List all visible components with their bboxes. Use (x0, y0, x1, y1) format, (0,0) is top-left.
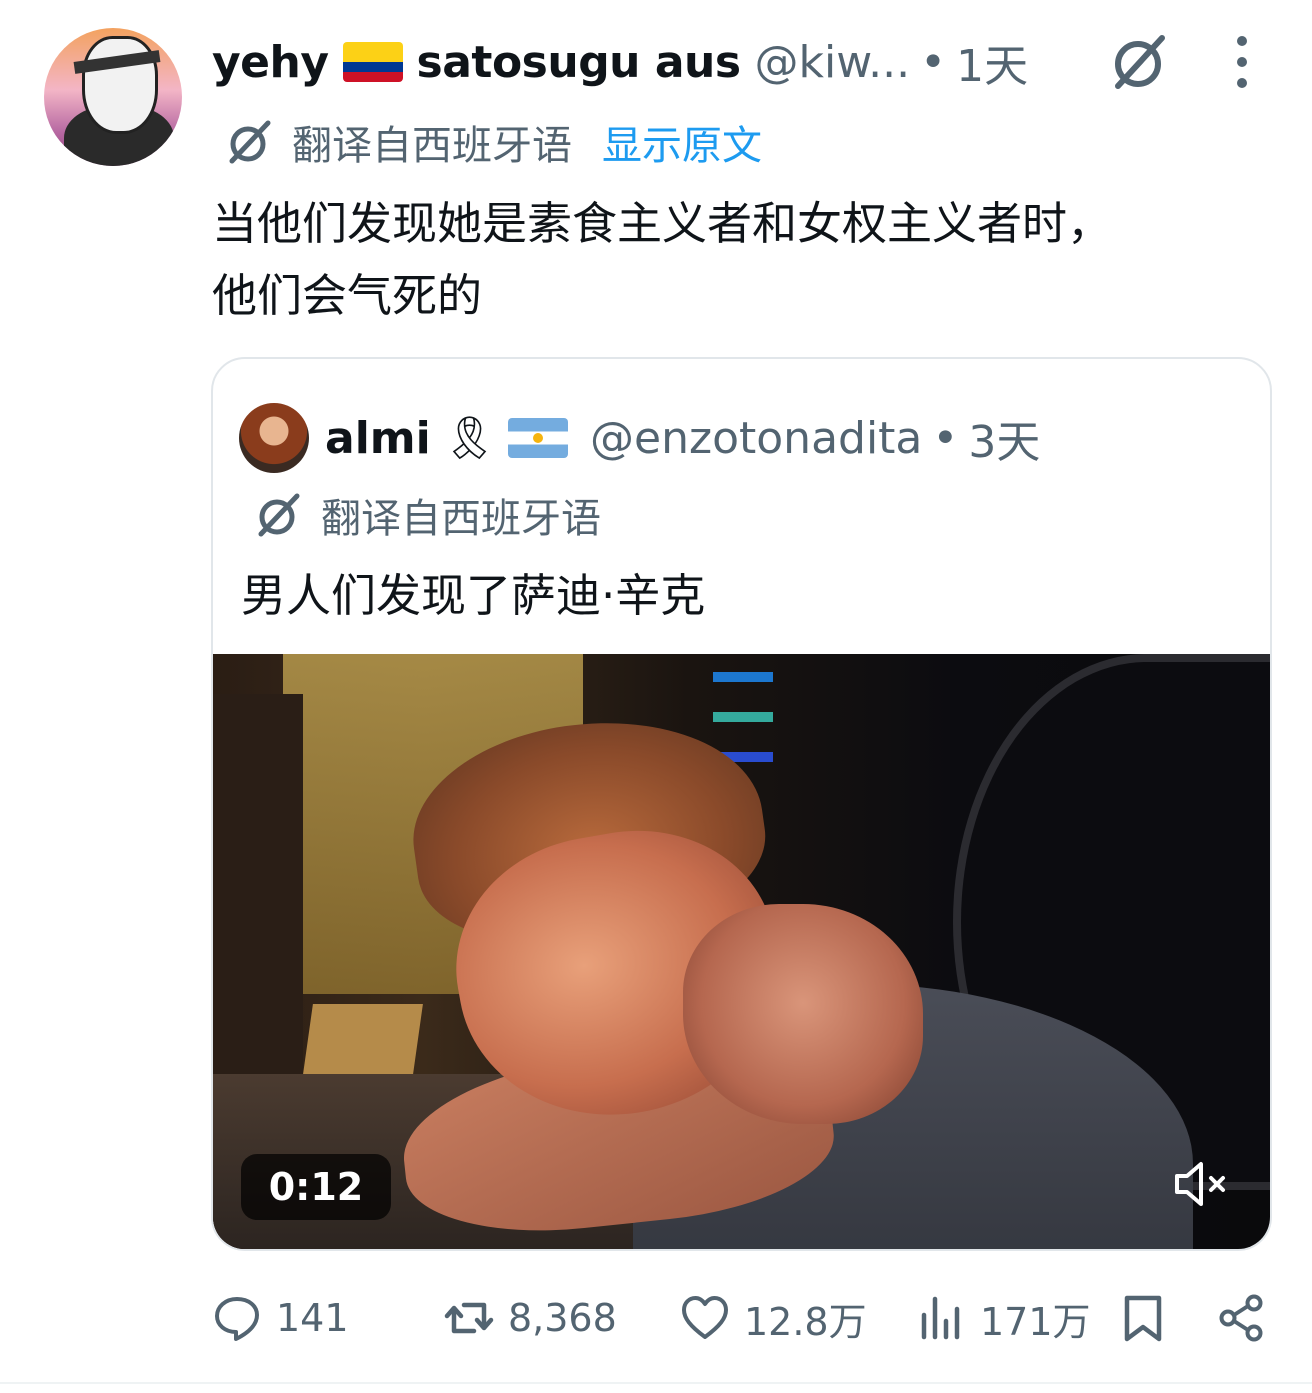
views-button[interactable]: 171万 (916, 1286, 1091, 1350)
translate-icon (229, 120, 271, 164)
separator-dot: • (932, 412, 959, 464)
video-duration-badge: 0:12 (241, 1154, 391, 1220)
more-dot (1237, 36, 1247, 46)
quoted-author-avatar[interactable] (239, 403, 309, 473)
tweet-header: yehy satosugu aus @kiw... • 1天 (212, 30, 1028, 94)
quoted-author-display-name[interactable]: almi (325, 413, 431, 464)
author-avatar[interactable] (44, 28, 182, 166)
translated-from-label: 翻译自西班牙语 (292, 123, 572, 169)
colombia-flag-icon (342, 42, 403, 82)
tweet-text-line: 当他们发现她是素食主义者和女权主义者时， (212, 197, 1113, 250)
views-chart-icon (921, 1296, 960, 1340)
bottom-divider (0, 1382, 1312, 1384)
share-button[interactable] (1216, 1286, 1280, 1350)
heart-icon (682, 1296, 728, 1339)
reply-icon (215, 1297, 259, 1341)
translate-icon (258, 493, 300, 537)
video-scene-box (303, 1004, 423, 1074)
separator-dot: • (920, 36, 947, 88)
views-count: 171万 (980, 1299, 1091, 1344)
ribbon-emoji: 🎗 (442, 413, 497, 462)
share-icon (1219, 1294, 1263, 1342)
quoted-tweet[interactable]: almi 🎗 @enzotonadita • 3天 翻译自西班牙语 男人们发现了… (211, 357, 1272, 1251)
more-dot (1237, 78, 1247, 88)
video-player[interactable]: 0:12 (213, 654, 1270, 1249)
quoted-translation-notice: 翻译自西班牙语 (253, 485, 601, 545)
show-original-link[interactable]: 显示原文 (602, 113, 762, 171)
grok-icon[interactable] (1108, 30, 1172, 94)
like-button[interactable]: 12.8万 (680, 1286, 867, 1350)
more-dot (1237, 57, 1247, 67)
video-scene-hands (683, 904, 923, 1124)
more-options-icon[interactable] (1228, 36, 1256, 88)
repost-count: 8,368 (508, 1296, 617, 1340)
quoted-author-handle[interactable]: @enzotonadita (590, 413, 922, 464)
reply-count: 141 (276, 1296, 349, 1340)
quoted-tweet-text: 男人们发现了萨迪·辛克 (241, 569, 706, 622)
repost-button[interactable]: 8,368 (444, 1286, 617, 1350)
quoted-translated-from-label: 翻译自西班牙语 (321, 496, 601, 542)
argentina-flag-icon (508, 418, 569, 458)
tweet-text-line: 他们会气死的 (212, 269, 483, 322)
mute-icon[interactable] (1171, 1154, 1231, 1214)
bookmark-icon (1124, 1295, 1162, 1342)
author-handle[interactable]: @kiw... (755, 37, 911, 88)
reply-button[interactable]: 141 (212, 1286, 349, 1350)
tweet-time[interactable]: 1天 (956, 30, 1028, 94)
tweet-action-bar: 141 8,368 12.8万 171万 (212, 1286, 1272, 1350)
tweet-text: 当他们发现她是素食主义者和女权主义者时， 他们会气死的 (212, 188, 1272, 332)
repost-icon (444, 1302, 494, 1334)
quoted-tweet-time[interactable]: 3天 (968, 406, 1040, 470)
quoted-tweet-header: almi 🎗 @enzotonadita • 3天 (325, 407, 1040, 469)
bookmark-button[interactable] (1118, 1286, 1182, 1350)
author-display-name-suffix[interactable]: satosugu aus (417, 37, 742, 88)
translation-notice: 翻译自西班牙语 显示原文 (224, 112, 762, 172)
like-count: 12.8万 (744, 1299, 867, 1344)
author-display-name[interactable]: yehy (212, 37, 329, 88)
